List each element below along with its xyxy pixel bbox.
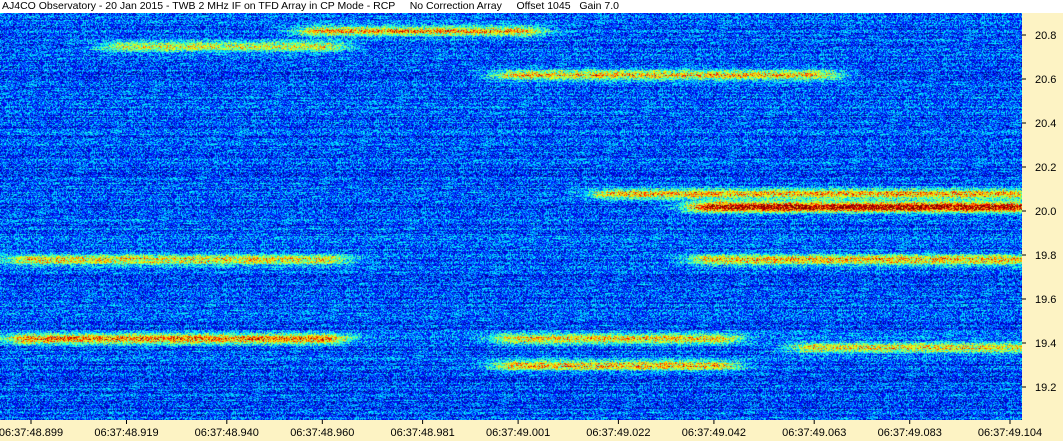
spectrogram-heatmap [0, 13, 1022, 420]
time-axis-panel [0, 420, 1063, 441]
frequency-axis-panel [1022, 13, 1063, 420]
chart-title: AJ4CO Observatory - 20 Jan 2015 - TWB 2 … [2, 0, 620, 12]
title-bar: AJ4CO Observatory - 20 Jan 2015 - TWB 2 … [0, 0, 1063, 13]
